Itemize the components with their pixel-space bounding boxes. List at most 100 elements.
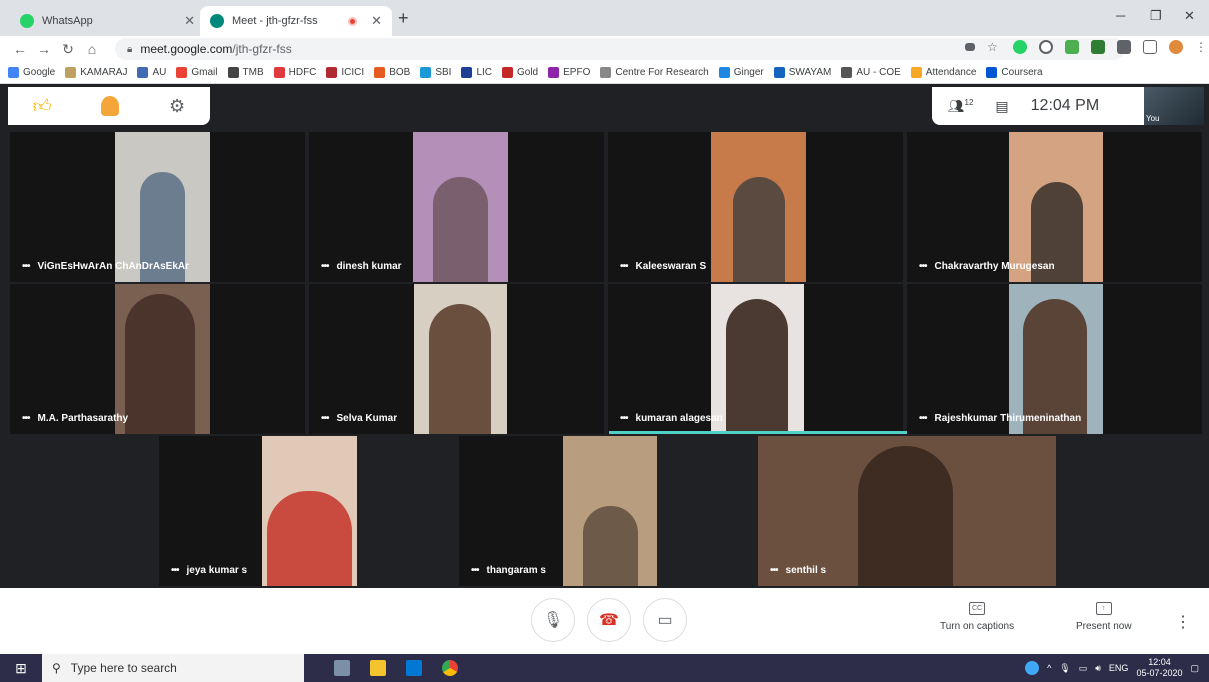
microphone-button[interactable]: 🎙︎ [531, 598, 575, 642]
chat-icon[interactable]: ▤ [995, 98, 1008, 115]
bookmark-item[interactable]: Attendance [910, 67, 976, 78]
help-icon[interactable] [1025, 661, 1040, 675]
camera-button[interactable]: ▭ [643, 598, 687, 642]
participant-count: 12 [964, 97, 974, 107]
active-speaker-indicator [609, 431, 907, 434]
new-tab-button[interactable]: + [398, 8, 409, 29]
captions-button[interactable]: CC Turn on captions [940, 602, 1014, 632]
participant-tile[interactable]: ••• ViGnEsHwArAn ChAnDrAsEkAr [10, 132, 305, 282]
people-button[interactable]: 👥︎12 [948, 98, 973, 114]
cast-icon[interactable] [1143, 40, 1157, 54]
bookmark-item[interactable]: Google [8, 67, 55, 78]
tab-meet[interactable]: Meet - jth-gfzr-fss ✕ [200, 6, 392, 36]
bookmark-item[interactable]: Ginger [718, 67, 764, 78]
bookmark-item[interactable]: Centre For Research [600, 67, 709, 78]
participant-name: ••• Rajeshkumar Thirumeninathan [919, 413, 1081, 424]
bookmark-icon [773, 67, 785, 78]
bookmark-item[interactable]: LIC [461, 67, 492, 78]
leave-call-button[interactable]: ☎︎ [587, 598, 631, 642]
bookmark-item[interactable]: EPFO [548, 67, 590, 78]
bookmark-icon [176, 67, 188, 78]
thumbs-up-icon[interactable]: 👍︎ [33, 95, 52, 117]
browser-tab-strip: WhatsApp ✕ Meet - jth-gfzr-fss ✕ + ─ ❐ ✕ [0, 0, 1209, 36]
participant-tile[interactable]: ••• thangaram s [459, 436, 657, 586]
participant-tile[interactable]: ••• Rajeshkumar Thirumeninathan [907, 284, 1202, 434]
wa-ext-icon[interactable] [1065, 40, 1079, 54]
bookmark-item[interactable]: AU - COE [841, 67, 901, 78]
minimize-icon[interactable]: ─ [1116, 8, 1125, 23]
self-label: You [1146, 114, 1160, 123]
taskbar-search[interactable]: ⚲ Type here to search [42, 654, 304, 682]
participant-tile[interactable]: ••• senthil s [758, 436, 1056, 586]
participant-name: ••• dinesh kumar [321, 261, 402, 272]
tab-whatsapp[interactable]: WhatsApp ✕ [10, 6, 205, 36]
close-icon[interactable]: ✕ [371, 13, 382, 29]
participant-tile[interactable]: ••• Selva Kumar [309, 284, 604, 434]
bookmark-item[interactable]: BOB [374, 67, 410, 78]
bookmark-item[interactable]: KAMARAJ [65, 67, 127, 78]
bookmark-icon [841, 67, 853, 78]
bookmark-icon [986, 67, 998, 78]
window-close-icon[interactable]: ✕ [1184, 8, 1195, 24]
star-icon[interactable]: ☆ [987, 40, 1001, 54]
notification-icon[interactable]: ▢ [1190, 663, 1199, 674]
mail-icon[interactable] [406, 660, 422, 676]
more-options-icon: ••• [321, 413, 329, 424]
bookmark-item[interactable]: Gold [502, 67, 538, 78]
participant-tile[interactable]: ••• M.A. Parthasarathy [10, 284, 305, 434]
bookmark-item[interactable]: Coursera [986, 67, 1043, 78]
camera-icon[interactable] [965, 43, 975, 51]
app-icon[interactable] [334, 660, 350, 676]
bookmark-item[interactable]: SWAYAM [773, 67, 831, 78]
menu-icon[interactable]: ⋮ [1195, 40, 1207, 54]
close-icon[interactable]: ✕ [184, 13, 195, 29]
green-ext-icon[interactable] [1091, 40, 1105, 54]
puzzle-icon[interactable] [1117, 40, 1131, 54]
chrome-icon[interactable] [442, 660, 458, 676]
bookmark-item[interactable]: AU [137, 67, 166, 78]
back-icon[interactable]: ← [8, 41, 32, 57]
participant-name: ••• Chakravarthy Murugesan [919, 261, 1055, 272]
reload-icon[interactable]: ↻ [56, 41, 80, 58]
self-view-tile[interactable]: You [1144, 87, 1204, 125]
participant-tile[interactable]: ••• Chakravarthy Murugesan [907, 132, 1202, 282]
whatsapp-icon [20, 14, 34, 28]
language-indicator[interactable]: ENG [1109, 663, 1129, 673]
windows-start-icon[interactable]: ⊞ [0, 660, 42, 677]
participant-video [413, 132, 508, 282]
bookmark-icon [420, 67, 432, 78]
taskbar-clock[interactable]: 12:04 05-07-2020 [1136, 657, 1182, 679]
circle-ext-icon[interactable] [1039, 40, 1053, 54]
bookmark-label: TMB [242, 67, 264, 78]
raise-hand-icon[interactable] [101, 96, 120, 116]
more-options-button[interactable]: ⋮ [1175, 612, 1191, 632]
battery-icon[interactable]: ▭ [1079, 663, 1088, 674]
participant-tile[interactable]: ••• dinesh kumar [309, 132, 604, 282]
present-label: Present now [1076, 621, 1132, 632]
taskbar-apps [334, 660, 458, 676]
bookmark-item[interactable]: HDFC [273, 67, 316, 78]
chevron-up-icon[interactable]: ^ [1047, 663, 1051, 673]
bookmark-label: SBI [435, 67, 452, 78]
file-explorer-icon[interactable] [370, 660, 386, 676]
bookmark-item[interactable]: SBI [420, 67, 451, 78]
home-icon[interactable]: ⌂ [80, 41, 104, 57]
volume-icon[interactable]: 🔊︎ [1095, 663, 1101, 674]
maximize-icon[interactable]: ❐ [1150, 8, 1162, 24]
meet-stage: 👍︎ ⚙ 👥︎12 ▤ 12:04 PM You ••• ViGnEsHwArAn… [0, 85, 1209, 651]
bookmark-icon [227, 67, 239, 78]
participant-name-text: Chakravarthy Murugesan [934, 261, 1055, 272]
mic-tray-icon[interactable]: 🎙︎ [1059, 663, 1070, 674]
settings-icon[interactable]: ⚙ [169, 96, 185, 117]
profile-avatar[interactable] [1169, 40, 1183, 54]
forward-icon[interactable]: → [32, 41, 56, 57]
participant-tile[interactable]: ••• jeya kumar s [159, 436, 357, 586]
bookmark-item[interactable]: ICICI [326, 67, 364, 78]
bookmark-item[interactable]: Gmail [176, 67, 218, 78]
present-now-button[interactable]: ↑ Present now [1076, 602, 1132, 632]
bookmark-label: Gmail [191, 67, 218, 78]
participant-tile[interactable]: ••• Kaleeswaran S [608, 132, 903, 282]
bookmark-item[interactable]: TMB [227, 67, 264, 78]
participant-tile[interactable]: ••• kumaran alagesan [608, 284, 903, 434]
whatsapp-ext-icon[interactable] [1013, 40, 1027, 54]
